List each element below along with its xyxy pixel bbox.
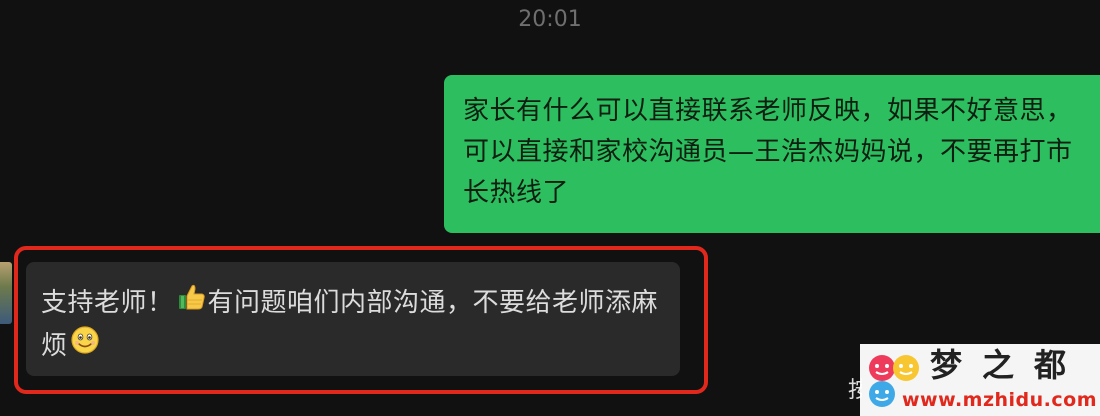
outgoing-message-text: 家长有什么可以直接联系老师反映，如果不好意思，可以直接和家校沟通员—王浩杰妈妈说…: [463, 96, 1073, 208]
watermark-title: 梦之都: [930, 346, 1087, 384]
message-timestamp: 20:01: [518, 7, 582, 32]
sender-avatar[interactable]: [0, 262, 12, 324]
site-watermark: 梦之都 www.mzhidu.com: [860, 344, 1100, 416]
watermark-url: www.mzhidu.com: [902, 389, 1098, 411]
highlight-annotation-box: [14, 246, 708, 394]
outgoing-message-bubble[interactable]: 家长有什么可以直接联系老师反映，如果不好意思，可以直接和家校沟通员—王浩杰妈妈说…: [444, 75, 1100, 233]
